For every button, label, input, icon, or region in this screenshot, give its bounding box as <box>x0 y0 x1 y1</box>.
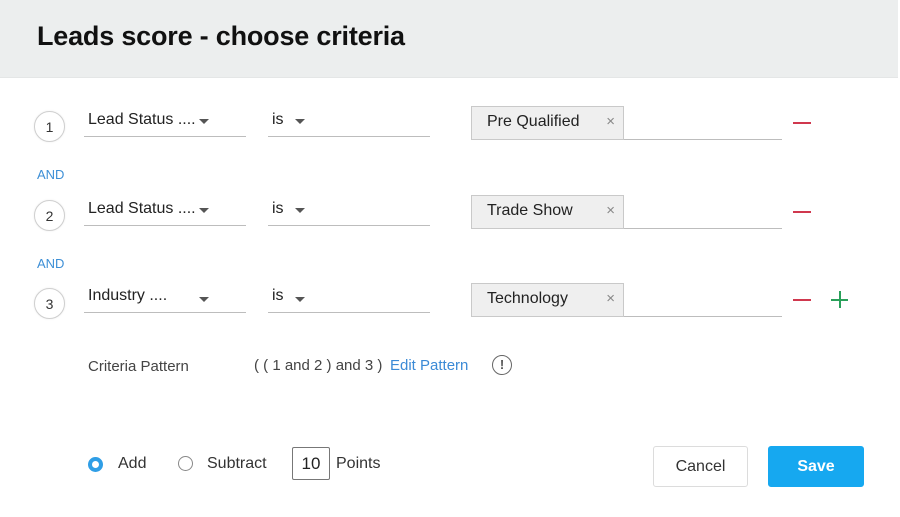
value-chip-label: Technology <box>487 290 568 307</box>
chevron-down-icon <box>199 297 209 302</box>
operator-dropdown-value: is <box>272 287 284 304</box>
value-input[interactable]: Trade Show × <box>471 195 782 229</box>
field-dropdown-value: Industry .... <box>88 287 168 304</box>
value-chip: Pre Qualified × <box>471 106 624 140</box>
criteria-pattern-value: ( ( 1 and 2 ) and 3 ) <box>254 357 383 374</box>
criteria-number: 1 <box>34 111 65 142</box>
plus-icon[interactable] <box>831 291 848 308</box>
close-icon[interactable]: × <box>606 284 615 314</box>
dialog-header: Leads score - choose criteria <box>0 0 898 78</box>
chevron-down-icon <box>295 119 305 124</box>
cancel-button[interactable]: Cancel <box>653 446 748 487</box>
subtract-radio-label[interactable]: Subtract <box>207 455 267 473</box>
subtract-radio[interactable] <box>178 456 193 471</box>
field-dropdown[interactable]: Industry .... <box>84 283 246 313</box>
dialog-title: Leads score - choose criteria <box>37 21 405 51</box>
value-input[interactable]: Pre Qualified × <box>471 106 782 140</box>
criteria-number: 3 <box>34 288 65 319</box>
close-icon[interactable]: × <box>606 107 615 137</box>
chevron-down-icon <box>295 297 305 302</box>
criteria-number: 2 <box>34 200 65 231</box>
add-radio-label[interactable]: Add <box>118 455 146 473</box>
info-icon[interactable]: ! <box>492 355 512 375</box>
operator-dropdown-value: is <box>272 111 284 128</box>
criteria-row-2: 2 Lead Status .... is Trade Show × <box>0 195 900 236</box>
minus-icon[interactable] <box>793 299 811 301</box>
save-button[interactable]: Save <box>768 446 864 487</box>
criteria-row-3: 3 Industry .... is Technology × <box>0 283 900 325</box>
value-chip-label: Pre Qualified <box>487 113 580 130</box>
minus-icon[interactable] <box>793 211 811 213</box>
field-dropdown-value: Lead Status .... <box>88 111 196 128</box>
field-dropdown-value: Lead Status .... <box>88 200 196 217</box>
operator-dropdown[interactable]: is <box>268 283 430 313</box>
points-input[interactable] <box>292 447 330 480</box>
chevron-down-icon <box>199 208 209 213</box>
chevron-down-icon <box>199 119 209 124</box>
close-icon[interactable]: × <box>606 196 615 226</box>
connector-and[interactable]: AND <box>37 256 64 271</box>
value-input[interactable]: Technology × <box>471 283 782 317</box>
minus-icon[interactable] <box>793 122 811 124</box>
operator-dropdown[interactable]: is <box>268 196 430 226</box>
criteria-row-1: 1 Lead Status .... is Pre Qualified × <box>0 106 900 147</box>
value-chip: Trade Show × <box>471 195 624 229</box>
operator-dropdown-value: is <box>272 200 284 217</box>
value-chip: Technology × <box>471 283 624 317</box>
field-dropdown[interactable]: Lead Status .... <box>84 196 246 226</box>
add-radio[interactable] <box>88 457 103 472</box>
criteria-pattern-label: Criteria Pattern <box>88 358 189 375</box>
edit-pattern-link[interactable]: Edit Pattern <box>390 357 468 374</box>
points-label: Points <box>336 455 381 472</box>
operator-dropdown[interactable]: is <box>268 107 430 137</box>
field-dropdown[interactable]: Lead Status .... <box>84 107 246 137</box>
value-chip-label: Trade Show <box>487 202 573 219</box>
connector-and[interactable]: AND <box>37 167 64 182</box>
chevron-down-icon <box>295 208 305 213</box>
